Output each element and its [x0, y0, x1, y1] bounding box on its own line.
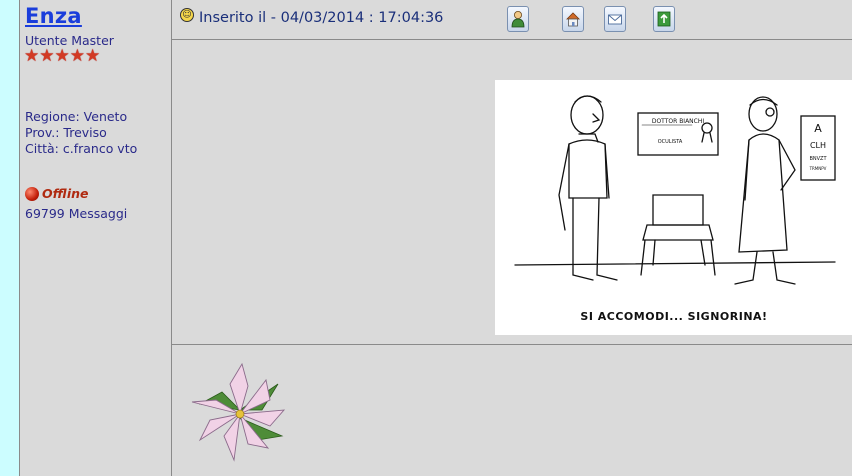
signature-divider — [172, 344, 852, 345]
eye-chart-line-3: BNVZT — [809, 156, 827, 162]
post-timestamp: Inserito il - 04/03/2014 : 17:04:36 — [199, 10, 444, 26]
eye-chart-line-4: TRMNPV — [809, 166, 827, 171]
eye-chart-line-2: CLH — [810, 141, 826, 150]
reply-button[interactable] — [653, 6, 675, 32]
author-username-link[interactable]: Enza — [25, 4, 82, 28]
author-region: Regione: Veneto — [25, 109, 128, 124]
eye-chart-line-1: A — [814, 122, 822, 135]
cartoon-image: DOTTOR BIANCHI OCULISTA A CLH BNVZT TRMN… — [495, 80, 852, 335]
cartoon-drawing: DOTTOR BIANCHI OCULISTA A CLH BNVZT TRMN… — [514, 95, 836, 285]
home-icon — [566, 12, 580, 27]
diploma-title: DOTTOR BIANCHI — [652, 118, 705, 125]
author-province: Prov.: Treviso — [25, 125, 107, 140]
email-button[interactable] — [604, 6, 626, 32]
rank-stars: ★ ★ ★ ★ ★ — [24, 47, 100, 65]
post-header: ☺ Inserito il - 04/03/2014 : 17:04:36 — [172, 0, 852, 40]
status-label: Offline — [42, 186, 89, 201]
email-icon — [608, 14, 622, 25]
message-count: 69799 Messaggi — [25, 206, 128, 221]
author-sidebar: Enza Utente Master ★ ★ ★ ★ ★ Regione: Ve… — [20, 0, 172, 476]
author-city: Città: c.franco vto — [25, 141, 138, 156]
online-status: Offline — [25, 186, 89, 201]
post-content: ☺ Inserito il - 04/03/2014 : 17:04:36 DO… — [172, 0, 852, 476]
star-icon: ★ — [69, 46, 85, 66]
cartoon-caption: SI ACCOMODI... SIGNORINA! — [580, 310, 768, 323]
forum-post: Enza Utente Master ★ ★ ★ ★ ★ Regione: Ve… — [19, 0, 852, 476]
offline-status-icon — [25, 186, 39, 201]
poinsettia-flower-image — [191, 362, 286, 462]
star-icon: ★ — [39, 46, 55, 66]
star-icon: ★ — [85, 46, 101, 66]
diploma-subtitle: OCULISTA — [658, 139, 683, 145]
profile-icon — [511, 11, 525, 28]
star-icon: ★ — [54, 46, 70, 66]
reply-icon — [657, 11, 671, 27]
homepage-button[interactable] — [562, 6, 584, 32]
profile-button[interactable] — [507, 6, 529, 32]
star-icon: ★ — [24, 46, 40, 66]
post-icon: ☺ — [180, 8, 194, 22]
